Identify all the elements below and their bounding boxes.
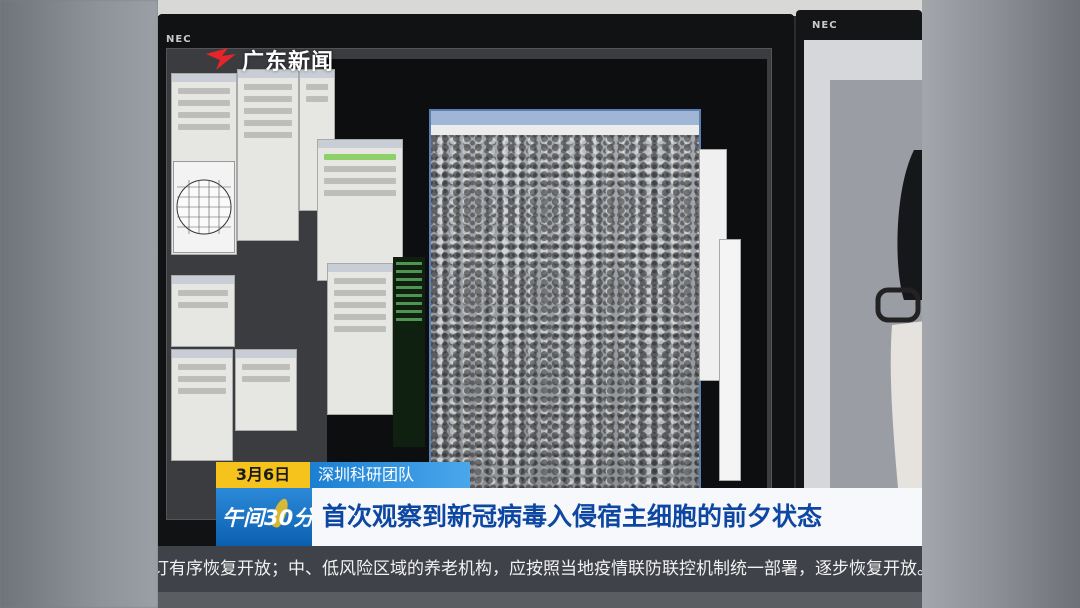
news-date-badge: 3月6日 (216, 462, 310, 488)
blurred-right-border (922, 0, 1080, 608)
program-logo-text: 午间30分 (222, 506, 312, 530)
news-tag-label: 深圳科研团队 (310, 462, 470, 488)
scene: NEC NEC 广东新闻 3月6日 深圳科研团队 午间30分 首次观察到新冠病毒… (158, 0, 922, 608)
grid-atlas-view (173, 161, 235, 253)
micrograph-title-bar (431, 111, 699, 125)
bottom-strip (158, 592, 922, 608)
channel-logo: 广东新闻 (202, 40, 335, 80)
control-panel-6 (235, 349, 297, 431)
channel-logo-text: 广东新闻 (242, 50, 335, 75)
control-panel-5 (171, 349, 233, 461)
control-panel-4 (171, 275, 235, 347)
control-panel-2 (237, 69, 299, 241)
guangdong-tv-logo-icon (206, 48, 236, 70)
cryo-em-micrograph (431, 135, 699, 491)
micrograph-window (429, 109, 701, 493)
news-ticker-text: 订有序恢复开放；中、低风险区域的养老机构，应按照当地疫情联防联控机制统一部署，逐… (158, 559, 922, 579)
video-frame: NEC NEC 广东新闻 3月6日 深圳科研团队 午间30分 首次观察到新冠病毒… (0, 0, 1080, 608)
acquisition-dialog (317, 139, 403, 281)
monitor-brand-right: NEC (812, 20, 838, 31)
news-headline: 首次观察到新冠病毒入侵宿主细胞的前夕状态 (312, 488, 922, 546)
news-ticker: 订有序恢复开放；中、低风险区域的养老机构，应按照当地疫情联防联控机制统一部署，逐… (158, 546, 922, 592)
blurred-left-border (0, 0, 158, 608)
micrograph-menu-bar (431, 125, 699, 135)
file-browser (327, 263, 393, 415)
monitor-brand-left: NEC (166, 34, 192, 45)
terminal-window (393, 257, 425, 447)
side-window-2 (719, 239, 741, 481)
program-logo: 午间30分 (216, 488, 312, 546)
monitor-screen (166, 48, 772, 520)
